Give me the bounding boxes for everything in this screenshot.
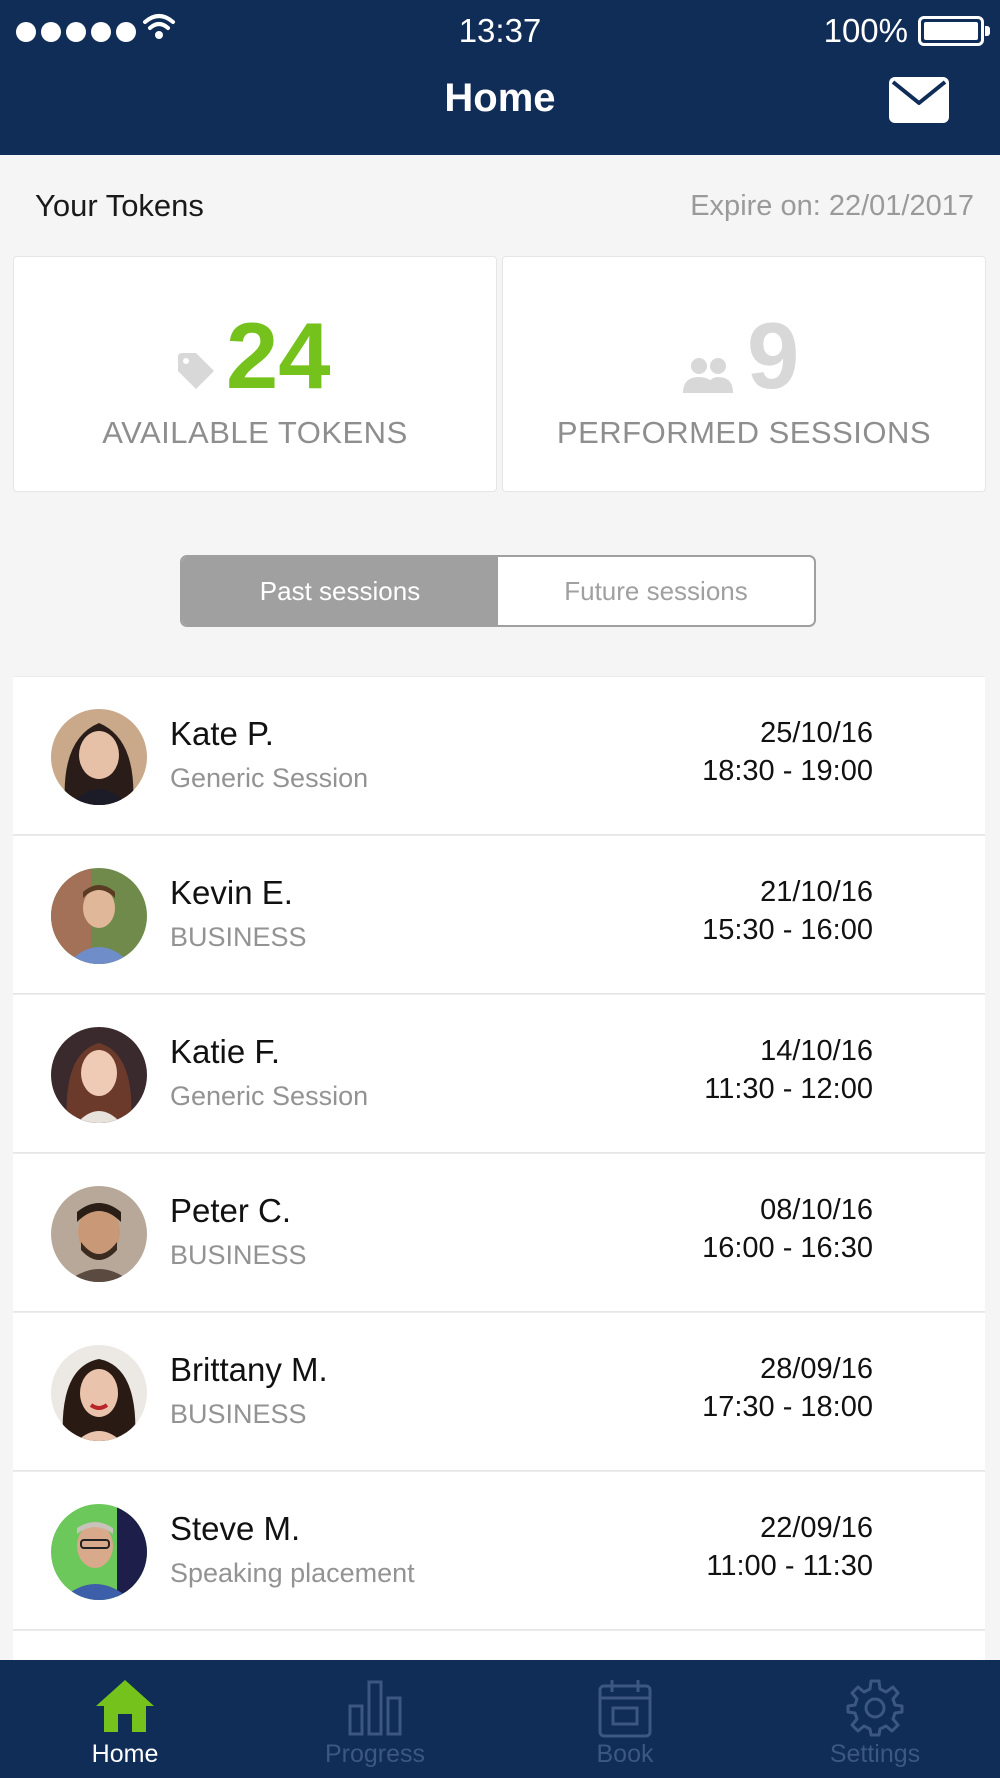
- session-row[interactable]: Peter C. BUSINESS 08/10/16 16:00 - 16:30: [13, 1153, 985, 1312]
- tab-book[interactable]: Book: [500, 1660, 750, 1778]
- session-date: 21/10/16: [760, 876, 873, 908]
- tag-icon: [178, 353, 214, 389]
- session-tutor-name: Steve M.: [170, 1510, 301, 1547]
- top-bar: 13:37 100% Home: [0, 0, 1000, 155]
- status-bar: 13:37 100%: [0, 0, 1000, 62]
- sessions-segmented-control: Past sessions Future sessions: [180, 555, 816, 627]
- avatar: [51, 1186, 147, 1282]
- session-row[interactable]: Kate P. Generic Session 25/10/16 18:30 -…: [13, 676, 985, 835]
- tokens-section-title: Your Tokens: [35, 188, 204, 223]
- session-type: Speaking placement: [170, 1558, 415, 1588]
- performed-sessions-card: 9 PERFORMED SESSIONS: [502, 256, 986, 492]
- tab-label: Progress: [324, 1740, 426, 1768]
- session-time: 17:30 - 18:00: [702, 1391, 873, 1423]
- session-row[interactable]: Katie F. Generic Session 14/10/16 11:30 …: [13, 994, 985, 1153]
- tab-progress[interactable]: Progress: [250, 1660, 500, 1778]
- session-date: 25/10/16: [760, 717, 873, 749]
- session-list: Kate P. Generic Session 25/10/16 18:30 -…: [13, 676, 985, 1778]
- home-icon: [96, 1680, 154, 1732]
- session-time: 11:30 - 12:00: [704, 1073, 873, 1105]
- session-tutor-name: Kevin E.: [170, 874, 293, 911]
- session-time: 18:30 - 19:00: [702, 755, 873, 787]
- session-type: Generic Session: [170, 1081, 369, 1111]
- session-type: BUSINESS: [170, 1399, 307, 1429]
- session-date: 28/09/16: [760, 1353, 873, 1385]
- session-date: 14/10/16: [760, 1035, 873, 1067]
- tab-label: Book: [596, 1740, 654, 1768]
- bar-chart-icon: [348, 1680, 402, 1736]
- session-date: 22/09/16: [760, 1512, 873, 1544]
- session-type: Generic Session: [170, 763, 369, 793]
- tokens-expiry-date: Expire on: 22/01/2017: [690, 190, 974, 222]
- tab-label: Home: [91, 1740, 159, 1768]
- session-type: BUSINESS: [170, 1240, 307, 1270]
- available-tokens-card: 24 AVAILABLE TOKENS: [13, 256, 497, 492]
- session-time: 15:30 - 16:00: [702, 914, 873, 946]
- performed-sessions-value: 9: [747, 303, 800, 408]
- avatar: [51, 1027, 147, 1123]
- people-icon: [683, 358, 733, 393]
- avatar: [51, 1504, 147, 1600]
- past-sessions-tab[interactable]: Past sessions: [182, 557, 498, 625]
- session-row[interactable]: Steve M. Speaking placement 22/09/16 11:…: [13, 1471, 985, 1630]
- tab-label: Settings: [829, 1740, 921, 1768]
- session-time: 16:00 - 16:30: [702, 1232, 873, 1264]
- session-tutor-name: Katie F.: [170, 1033, 281, 1070]
- session-tutor-name: Peter C.: [170, 1192, 292, 1229]
- available-tokens-caption: AVAILABLE TOKENS: [102, 415, 408, 450]
- calendar-icon: [598, 1680, 652, 1738]
- tab-home[interactable]: Home: [0, 1660, 250, 1778]
- battery-icon: [918, 16, 990, 46]
- bottom-tab-bar: Home Progress Book Settings: [0, 1660, 1000, 1778]
- session-tutor-name: Brittany M.: [170, 1351, 328, 1388]
- session-type: BUSINESS: [170, 922, 307, 952]
- avatar: [51, 1345, 147, 1441]
- tab-settings[interactable]: Settings: [750, 1660, 1000, 1778]
- performed-sessions-caption: PERFORMED SESSIONS: [556, 415, 932, 450]
- battery-percentage: 100%: [823, 12, 908, 49]
- session-time: 11:00 - 11:30: [706, 1550, 873, 1582]
- mail-icon[interactable]: [888, 76, 950, 124]
- avatar: [51, 709, 147, 805]
- session-date: 08/10/16: [760, 1194, 873, 1226]
- gear-icon: [846, 1679, 904, 1737]
- session-row[interactable]: Kevin E. BUSINESS 21/10/16 15:30 - 16:00: [13, 835, 985, 994]
- future-sessions-tab[interactable]: Future sessions: [498, 557, 814, 625]
- session-row[interactable]: Brittany M. BUSINESS 28/09/16 17:30 - 18…: [13, 1312, 985, 1471]
- session-tutor-name: Kate P.: [170, 715, 274, 752]
- page-title: Home: [444, 76, 556, 120]
- available-tokens-value: 24: [226, 303, 331, 408]
- avatar: [51, 868, 147, 964]
